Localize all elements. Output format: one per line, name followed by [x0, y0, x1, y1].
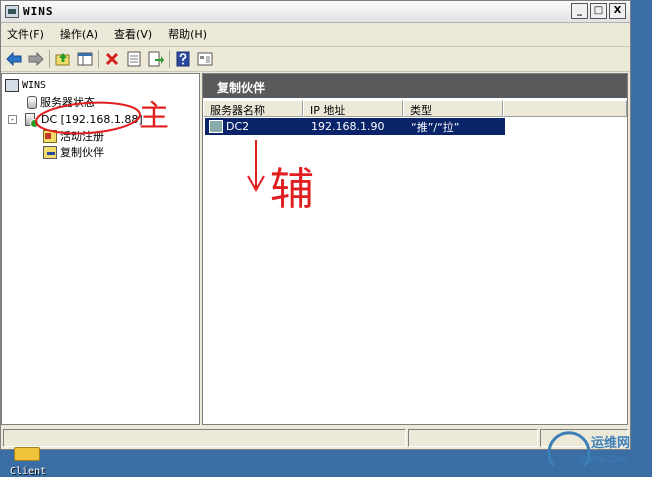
menu-help[interactable]: 帮助(H) [168, 26, 207, 42]
status-panel [408, 429, 538, 447]
desktop: WINS _ □ X 文件(F) 操作(A) 查看(V) 帮助(H) WINS … [0, 0, 652, 477]
tree-label: DC [192.168.1.88] [41, 112, 143, 126]
wins-app-icon [5, 5, 19, 18]
maximize-button[interactable]: □ [590, 3, 607, 19]
cell-server-name: DC2 [226, 120, 250, 133]
menu-bar: 文件(F) 操作(A) 查看(V) 帮助(H) [1, 24, 630, 44]
column-header-ip[interactable]: IP 地址 [303, 100, 403, 117]
details-header: 复制伙伴 [203, 74, 627, 98]
minimize-button[interactable]: _ [571, 3, 588, 19]
close-button[interactable]: X [609, 3, 626, 19]
replication-partners-icon [43, 145, 57, 159]
desktop-icon-label: Client [10, 466, 47, 477]
partner-server-icon [209, 120, 223, 133]
collapse-icon[interactable]: - [8, 114, 17, 124]
cell-ip: 192.168.1.90 [311, 120, 385, 133]
toolbar [1, 46, 630, 72]
server-icon [25, 112, 39, 128]
menu-file[interactable]: 文件(F) [7, 26, 44, 42]
tree-node-replication-partners[interactable]: 复制伙伴 [43, 144, 104, 160]
tree-label: 活动注册 [60, 130, 104, 143]
console-icon[interactable] [194, 48, 216, 70]
tree-node-wins[interactable]: WINS [5, 77, 46, 93]
watermark-url: iyunv.com [577, 454, 629, 465]
status-panel [3, 429, 406, 447]
menu-view[interactable]: 查看(V) [114, 26, 152, 42]
up-icon[interactable] [52, 48, 74, 70]
menu-action[interactable]: 操作(A) [60, 26, 98, 42]
database-icon [27, 95, 37, 109]
tree-label: 服务器状态 [40, 96, 95, 109]
column-header-type[interactable]: 类型 [403, 100, 503, 117]
client-desktop-icon[interactable] [6, 447, 50, 463]
wins-window: WINS _ □ X 文件(F) 操作(A) 查看(V) 帮助(H) WINS … [0, 0, 631, 450]
details-pane: 复制伙伴 服务器名称 IP 地址 类型 DC2 192.168.1.90 “推”… [202, 73, 628, 425]
back-icon[interactable] [3, 48, 25, 70]
tree-node-server-dc[interactable]: - DC [192.168.1.88] [8, 111, 143, 128]
wins-icon [5, 78, 19, 92]
forward-icon[interactable] [25, 48, 47, 70]
tree-node-server-status[interactable]: 服务器状态 [25, 94, 95, 110]
table-row[interactable]: DC2 192.168.1.90 “推”/“拉” [205, 118, 505, 135]
column-header-filler [503, 100, 627, 117]
active-registrations-icon [43, 129, 57, 143]
show-hide-tree-icon[interactable] [74, 48, 96, 70]
tree-node-active-registrations[interactable]: 活动注册 [43, 128, 104, 144]
tree-label: WINS [22, 79, 47, 91]
help-icon[interactable] [172, 48, 194, 70]
title-bar[interactable]: WINS _ □ X [1, 1, 630, 23]
cell-type: “推”/“拉” [411, 120, 460, 134]
properties-icon[interactable] [123, 48, 145, 70]
folder-icon [14, 447, 40, 461]
console-tree: WINS 服务器状态 - DC [192.168.1.88] 活动注册 复制伙伴 [1, 73, 200, 425]
column-headers: 服务器名称 IP 地址 类型 [203, 100, 627, 117]
export-icon[interactable] [145, 48, 167, 70]
column-header-server-name[interactable]: 服务器名称 [203, 100, 303, 117]
status-bar [1, 427, 630, 449]
watermark-brand: 运维网 [591, 436, 631, 451]
delete-icon[interactable] [101, 48, 123, 70]
tree-label: 复制伙伴 [60, 146, 104, 159]
window-title: WINS [23, 5, 54, 18]
